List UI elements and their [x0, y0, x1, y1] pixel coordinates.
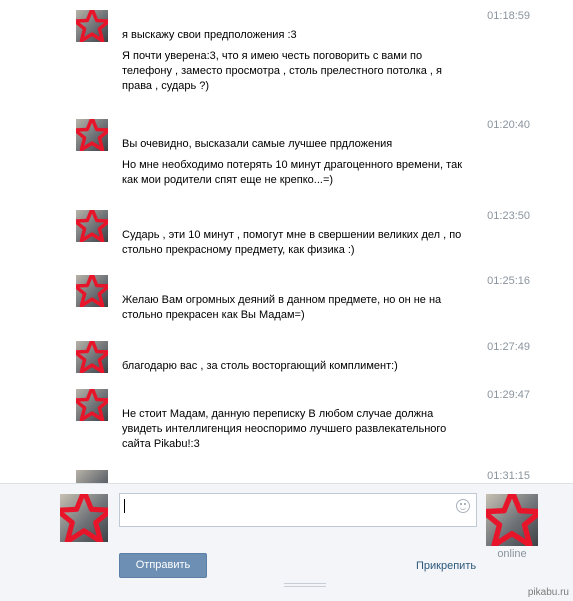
- message-body: Желаю Вам огромных деяний в данном предм…: [122, 293, 472, 329]
- message-time: 01:25:16: [487, 275, 530, 287]
- message-body: Сударь , эти 10 минут , помогут мне в св…: [122, 228, 472, 264]
- message-text: я выскажу свои предположения :3: [122, 29, 297, 41]
- message-text: Вы очевидно, высказали самые лучшее прдл…: [122, 138, 393, 150]
- red-star-icon: [76, 119, 108, 151]
- red-star-icon: [60, 494, 108, 542]
- my-avatar[interactable]: [60, 494, 108, 542]
- message-body: я выскажу свои предположения :3 Я почти …: [122, 28, 472, 100]
- avatar[interactable]: [76, 210, 108, 242]
- watermark: pikabu.ru: [527, 587, 569, 598]
- message-history[interactable]: 01:18:59 я выскажу свои предположения :3…: [0, 0, 573, 483]
- red-star-icon: [76, 341, 108, 373]
- red-star-icon: [76, 10, 108, 42]
- message-time: 01:18:59: [487, 10, 530, 22]
- red-star-icon: [76, 275, 108, 307]
- message-text: благодарю вас , за столь восторгающий ко…: [122, 360, 398, 372]
- message-input[interactable]: [119, 493, 477, 527]
- peer-avatar[interactable]: [486, 494, 538, 546]
- message-time: 01:29:47: [487, 389, 530, 401]
- attach-link[interactable]: Прикрепить: [416, 560, 476, 572]
- message-body: благодарю вас , за столь восторгающий ко…: [122, 359, 472, 380]
- red-star-icon: [76, 210, 108, 242]
- message-time: 01:31:15: [487, 470, 530, 482]
- message-text: Но мне необходимо потерять 10 минут драг…: [122, 159, 463, 186]
- resize-grip[interactable]: [284, 583, 326, 587]
- message-time: 01:23:50: [487, 210, 530, 222]
- avatar[interactable]: [76, 275, 108, 307]
- message-text: Не стоит Мадам, данную переписку В любом…: [122, 408, 447, 450]
- avatar[interactable]: [76, 341, 108, 373]
- send-button[interactable]: Отправить: [119, 553, 207, 578]
- message-time: 01:20:40: [487, 119, 530, 131]
- message-text: Желаю Вам огромных деяний в данном предм…: [122, 294, 442, 321]
- message-body: Не стоит Мадам, данную переписку В любом…: [122, 407, 472, 458]
- smiley-icon[interactable]: [456, 499, 470, 513]
- message-body: Вы очевидно, высказали самые лучшее прдл…: [122, 137, 472, 194]
- avatar[interactable]: [76, 10, 108, 42]
- message-text: Сударь , эти 10 минут , помогут мне в св…: [122, 229, 462, 256]
- red-star-icon: [486, 494, 538, 546]
- message-time: 01:27:49: [487, 341, 530, 353]
- red-star-icon: [76, 389, 108, 421]
- message-text: Я почти уверена:3, что я имею честь пого…: [122, 50, 442, 92]
- avatar[interactable]: [76, 470, 108, 483]
- avatar[interactable]: [76, 389, 108, 421]
- message-composer: Отправить Прикрепить online pikabu.ru: [0, 483, 573, 601]
- online-status: online: [497, 548, 527, 560]
- text-cursor: [124, 499, 125, 513]
- avatar[interactable]: [76, 119, 108, 151]
